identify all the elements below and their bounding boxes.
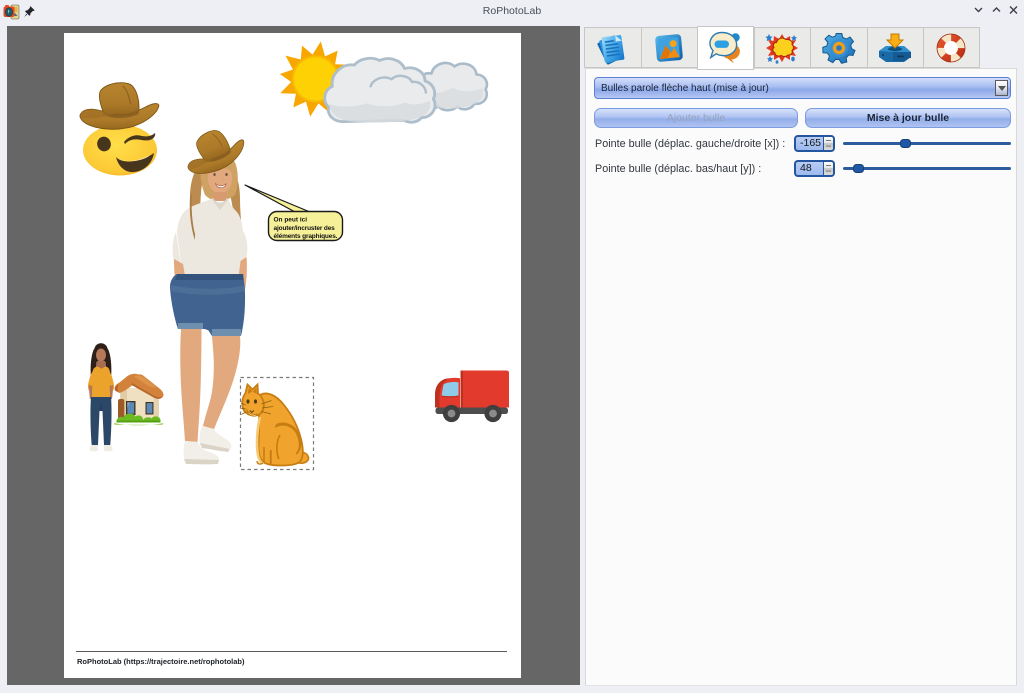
svg-text:ajouter/incruster des: ajouter/incruster des — [274, 225, 336, 232]
svg-text:RoPhotoLab (https://trajectoir: RoPhotoLab (https://trajectoire.net/roph… — [77, 657, 245, 666]
svg-text:éléments graphiques.: éléments graphiques. — [274, 233, 338, 240]
svg-text:On peut ici: On peut ici — [274, 217, 308, 224]
